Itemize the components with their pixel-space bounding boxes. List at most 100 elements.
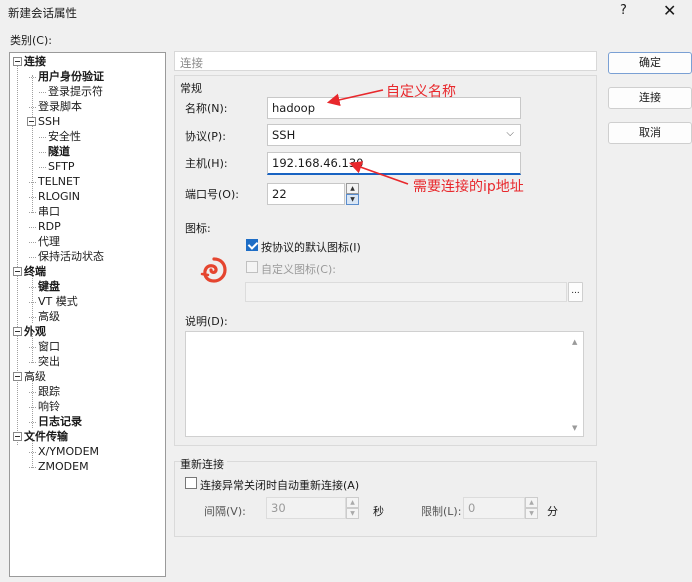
collapse-icon[interactable] <box>13 57 22 66</box>
tree-guide-line <box>39 152 46 153</box>
help-icon[interactable]: ? <box>620 3 627 18</box>
tree-item[interactable]: 高级 <box>24 370 46 384</box>
tree-guide-line <box>39 167 46 168</box>
tree-item[interactable]: 突出 <box>38 355 60 369</box>
collapse-icon[interactable] <box>13 267 22 276</box>
tree-item[interactable]: X/YMODEM <box>38 445 99 459</box>
connect-button[interactable]: 连接 <box>608 87 692 109</box>
tree-guide-line <box>32 123 33 213</box>
minutes-unit: 分 <box>547 505 558 518</box>
limit-input[interactable]: 0 <box>463 497 525 519</box>
description-textarea[interactable]: ▲ ▼ <box>185 331 584 437</box>
auto-reconnect-label: 连接异常关闭时自动重新连接(A) <box>200 479 360 492</box>
host-input[interactable]: 192.168.46.130 <box>267 152 521 175</box>
tree-item[interactable]: 外观 <box>24 325 46 339</box>
description-label: 说明(D): <box>185 315 228 328</box>
collapse-icon[interactable] <box>13 327 22 336</box>
auto-reconnect-checkbox[interactable] <box>185 477 197 489</box>
tree-item[interactable]: 代理 <box>38 235 60 249</box>
default-icon-label: 按协议的默认图标(I) <box>261 241 361 254</box>
tree-guide-line <box>29 362 36 363</box>
tree-item[interactable]: RDP <box>38 220 61 234</box>
tree-item[interactable]: 窗口 <box>38 340 60 354</box>
tree-guide-line <box>29 227 36 228</box>
tree-guide-line <box>29 422 36 423</box>
tree-guide-line <box>29 257 36 258</box>
tree-guide-line <box>29 467 36 468</box>
tree-guide-line <box>29 302 36 303</box>
tree-guide-line <box>29 77 36 78</box>
collapse-icon[interactable] <box>27 117 36 126</box>
interval-input[interactable]: 30 <box>266 497 346 519</box>
tree-item[interactable]: SSH <box>38 115 60 129</box>
collapse-icon[interactable] <box>13 372 22 381</box>
default-icon-checkbox[interactable] <box>246 239 258 251</box>
protocol-value: SSH <box>272 128 296 142</box>
close-icon[interactable]: ✕ <box>663 1 676 20</box>
protocol-select[interactable]: SSH ⌵ <box>267 124 521 146</box>
tree-guide-line <box>39 92 46 93</box>
tree-guide-line <box>29 452 36 453</box>
tree-item[interactable]: 隧道 <box>48 145 70 159</box>
tree-item[interactable]: 连接 <box>24 55 46 69</box>
tree-item[interactable]: 保持活动状态 <box>38 250 104 264</box>
tree-item[interactable]: 终端 <box>24 265 46 279</box>
tree-item[interactable]: 安全性 <box>48 130 81 144</box>
tree-item[interactable]: 跟踪 <box>38 385 60 399</box>
port-down-icon[interactable]: ▼ <box>346 194 359 205</box>
tree-item[interactable]: 串口 <box>38 205 60 219</box>
tree-guide-line <box>29 407 36 408</box>
tree-guide-line <box>17 61 18 445</box>
reconnect-group-title: 重新连接 <box>180 456 227 472</box>
tree-item[interactable]: 登录提示符 <box>48 85 103 99</box>
tree-item[interactable]: 文件传输 <box>24 430 68 444</box>
tree-item[interactable]: 用户身份验证 <box>38 70 104 84</box>
tree-item[interactable]: TELNET <box>38 175 80 189</box>
section-header: 连接 <box>174 51 597 71</box>
tree-guide-line <box>32 378 33 428</box>
tree-item[interactable]: VT 模式 <box>38 295 78 309</box>
tree-item[interactable]: ZMODEM <box>38 460 89 474</box>
tree-item[interactable]: 登录脚本 <box>38 100 82 114</box>
tree-guide-line <box>29 347 36 348</box>
cancel-button[interactable]: 取消 <box>608 122 692 144</box>
protocol-logo-icon <box>200 256 228 284</box>
tree-item[interactable]: 高级 <box>38 310 60 324</box>
title-bar: 新建会话属性 ? ✕ <box>0 0 692 26</box>
tree-guide-line <box>29 107 36 108</box>
host-label: 主机(H): <box>185 157 228 170</box>
tree-guide-line <box>29 317 36 318</box>
tree-guide-line <box>32 273 33 323</box>
port-input[interactable]: 22 <box>267 183 345 205</box>
browse-button[interactable]: ... <box>568 282 583 302</box>
category-tree[interactable]: 连接 用户身份验证 登录提示符 登录脚本 SSH 安全性 隧道 SFTP TELNET RLOGI… <box>9 52 166 577</box>
scroll-down-icon[interactable]: ▼ <box>572 424 577 432</box>
limit-up-icon[interactable]: ▲ <box>525 497 538 508</box>
host-annotation: 需要连接的ip地址 <box>413 179 524 195</box>
custom-icon-path-input[interactable] <box>245 282 567 302</box>
tree-item[interactable]: 键盘 <box>38 280 60 294</box>
collapse-icon[interactable] <box>13 432 22 441</box>
tree-guide-line <box>29 182 36 183</box>
custom-icon-label: 自定义图标(C): <box>261 263 336 276</box>
custom-icon-checkbox[interactable] <box>246 261 258 273</box>
tree-item[interactable]: RLOGIN <box>38 190 80 204</box>
tree-item[interactable]: 响铃 <box>38 400 60 414</box>
ok-button[interactable]: 确定 <box>608 52 692 74</box>
interval-up-icon[interactable]: ▲ <box>346 497 359 508</box>
interval-down-icon[interactable]: ▼ <box>346 508 359 519</box>
port-up-icon[interactable]: ▲ <box>346 183 359 194</box>
general-group-title: 常规 <box>180 82 202 95</box>
protocol-label: 协议(P): <box>185 130 226 143</box>
tree-item[interactable]: 日志记录 <box>38 415 82 429</box>
name-label: 名称(N): <box>185 102 228 115</box>
tree-guide-line <box>29 197 36 198</box>
chevron-down-icon: ⌵ <box>506 128 514 139</box>
name-annotation: 自定义名称 <box>386 84 456 100</box>
limit-down-icon[interactable]: ▼ <box>525 508 538 519</box>
scroll-up-icon[interactable]: ▲ <box>572 338 577 346</box>
window-title: 新建会话属性 <box>8 6 77 20</box>
tree-item[interactable]: SFTP <box>48 160 74 174</box>
port-label: 端口号(O): <box>185 188 239 201</box>
interval-label: 间隔(V): <box>204 505 246 518</box>
